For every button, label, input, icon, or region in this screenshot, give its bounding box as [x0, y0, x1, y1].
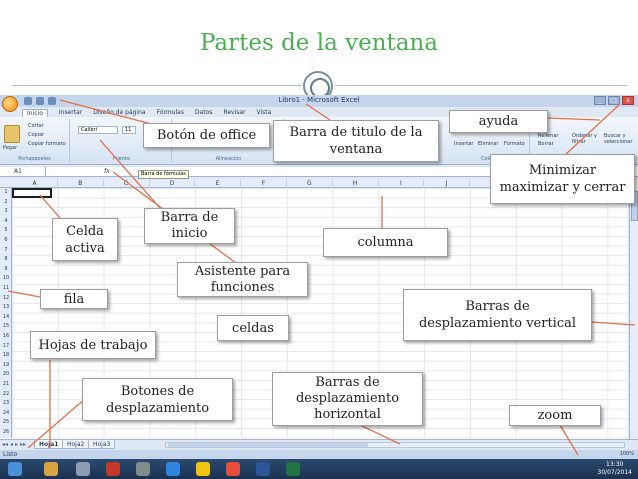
callout-columna: columna: [323, 228, 448, 257]
connector-nav-buttons: [27, 397, 87, 449]
callout-barra-inicio: Barra de inicio: [144, 208, 235, 244]
callout-asistente: Asistente para funciones: [177, 262, 308, 297]
connector-home: [99, 139, 161, 209]
connector-row: [7, 290, 41, 298]
callout-zoom: zoom: [509, 405, 601, 426]
connector-active-cell: [39, 194, 61, 219]
callout-minimizar: Minimizar maximizar y cerrar: [490, 154, 635, 204]
callout-barras-horizontal: Barras de desplazamiento horizontal: [272, 372, 423, 426]
connector-horizontal-scroll: [359, 424, 401, 445]
connector-minimize: [564, 103, 621, 156]
callout-barra-titulo: Barra de titulo de la ventana: [273, 120, 439, 162]
connector-help: [547, 117, 601, 121]
connector-title: [305, 103, 331, 121]
connector-vertical-scroll: [591, 321, 636, 326]
callout-celdas: celdas: [217, 315, 289, 341]
callout-botones-desplazamiento: Botones de desplazamiento: [82, 378, 233, 421]
callout-boton-office: Botón de office: [143, 123, 270, 148]
callout-barras-vertical: Barras de desplazamiento vertical: [403, 289, 592, 341]
callout-fila: fila: [40, 289, 108, 309]
callout-ayuda: ayuda: [449, 110, 548, 133]
callout-hojas: Hojas de trabajo: [30, 331, 156, 359]
connector-zoom: [559, 424, 579, 456]
connector-office: [59, 99, 156, 126]
callout-celda-activa: Celda activa: [52, 218, 118, 261]
